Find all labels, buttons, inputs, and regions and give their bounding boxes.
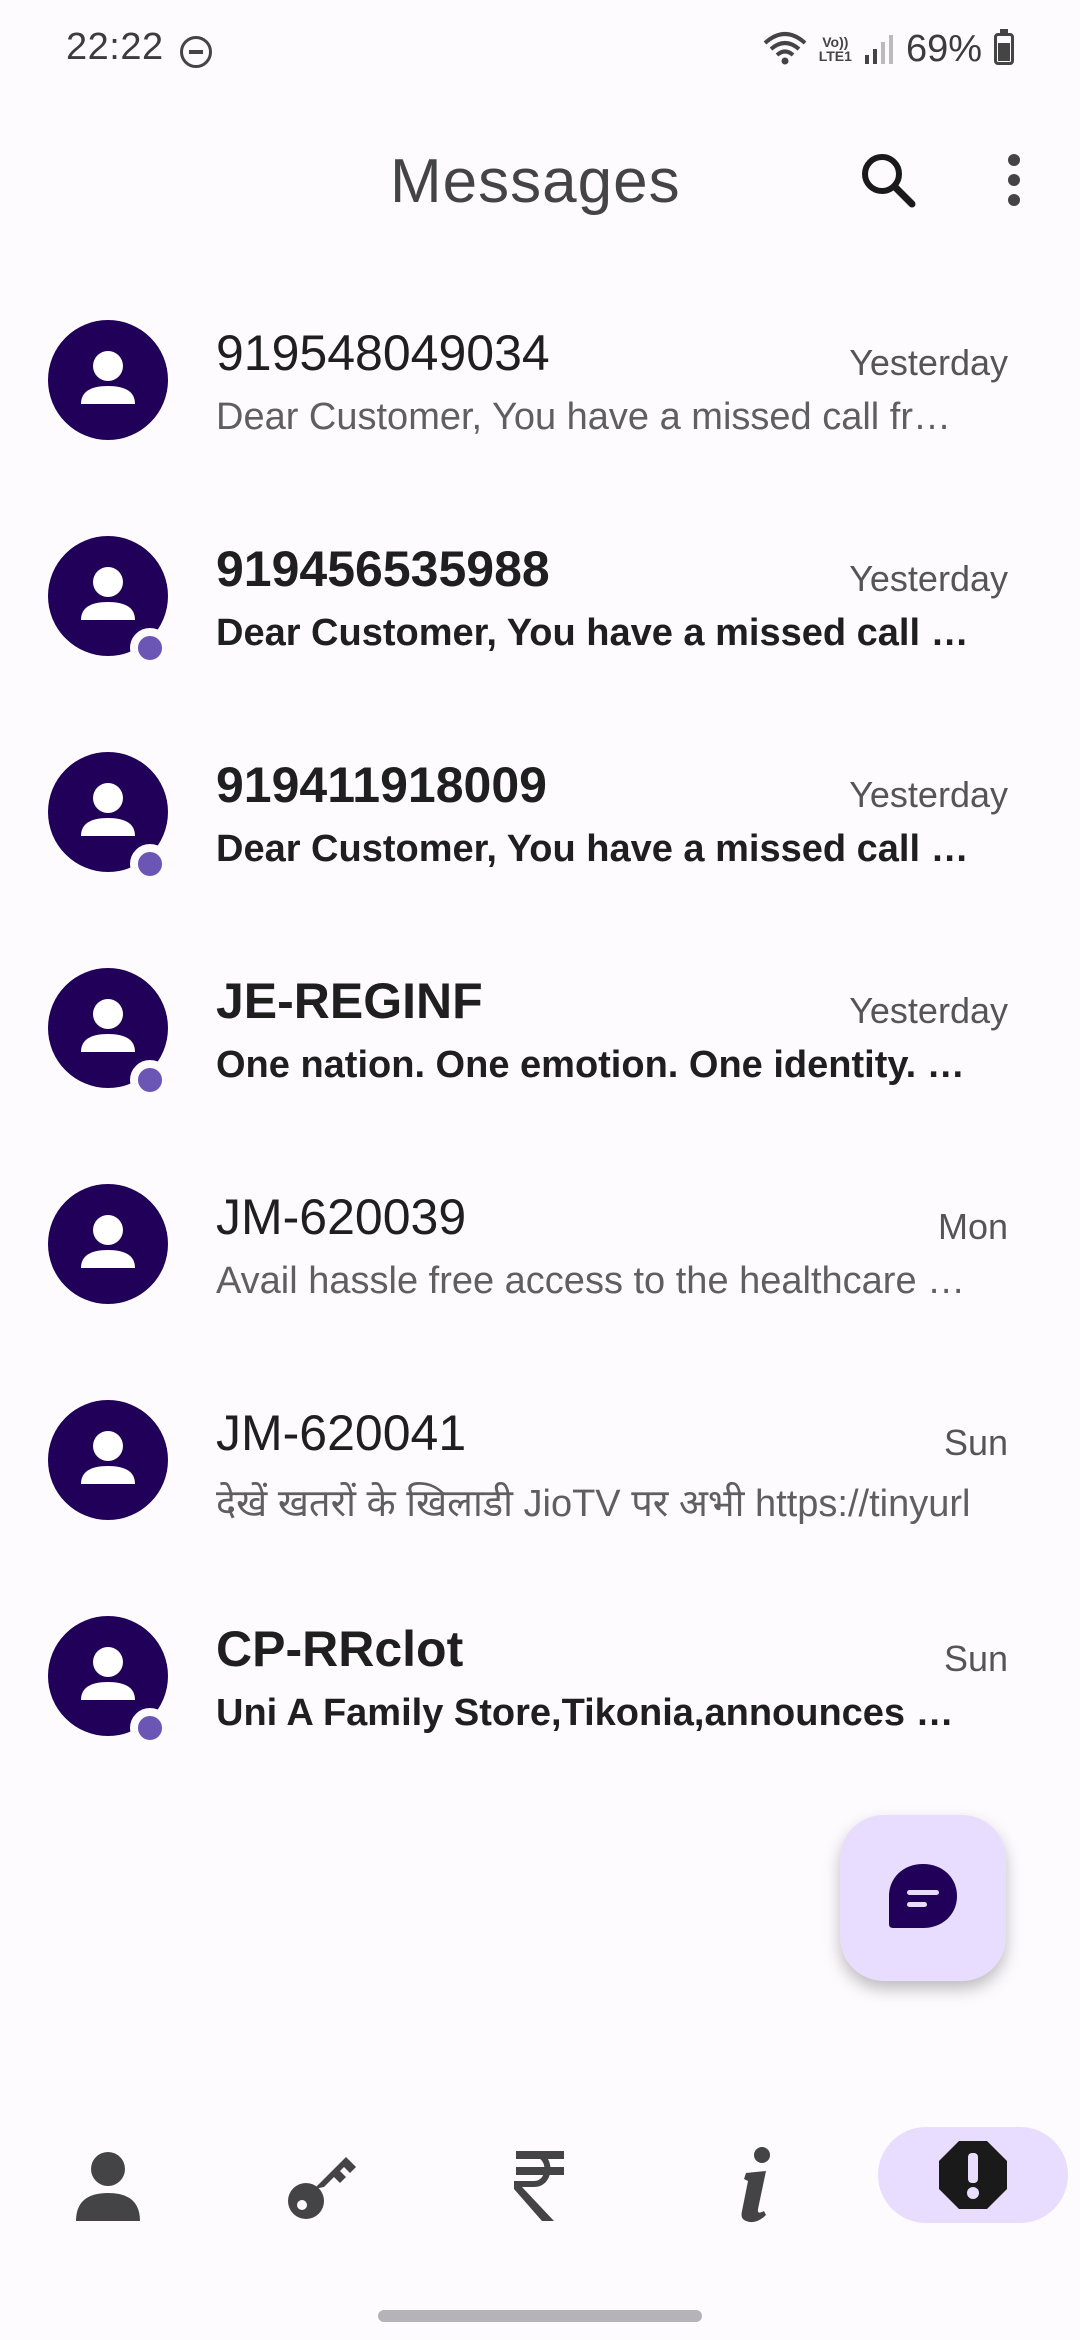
sender-name: CP-RRclot xyxy=(216,1621,464,1677)
info-icon xyxy=(741,2147,770,2223)
message-preview: Avail hassle free access to the healthca… xyxy=(216,1260,971,1302)
person-icon xyxy=(76,2152,140,2221)
message-time: Sun xyxy=(943,1638,1008,1679)
search-button[interactable] xyxy=(852,144,924,216)
volte-label-bottom: LTE1 xyxy=(818,48,852,64)
nav-info[interactable] xyxy=(681,2130,831,2240)
message-time: Yesterday xyxy=(849,342,1008,383)
message-time: Sun xyxy=(943,1422,1008,1463)
battery-percent: 69% xyxy=(905,27,982,70)
wifi-icon xyxy=(763,32,807,65)
conversation-row[interactable]: CP-RRclot Sun Uni A Family Store,Tikonia… xyxy=(0,1596,1080,1812)
battery-icon xyxy=(994,29,1014,65)
sender-name: JE-REGINF xyxy=(216,973,483,1029)
more-options-button[interactable] xyxy=(990,144,1038,216)
person-icon xyxy=(81,351,135,404)
conversation-row[interactable]: JM-620041 Sun देखें खतरों के खिलाडी JioT… xyxy=(0,1380,1080,1596)
status-time: 22:22 xyxy=(66,26,164,68)
app-header: Messages xyxy=(0,120,1080,240)
person-icon xyxy=(81,1215,135,1268)
message-preview: Dear Customer, You have a missed call fr… xyxy=(216,612,971,654)
alert-octagon-icon xyxy=(939,2141,1007,2209)
conversation-row[interactable]: JE-REGINF Yesterday One nation. One emot… xyxy=(0,948,1080,1164)
signal-icon xyxy=(864,35,893,64)
message-preview: Dear Customer, You have a missed call fr… xyxy=(216,828,971,870)
unread-indicator xyxy=(130,1060,170,1100)
message-preview: Uni A Family Store,Tikonia,announces spe… xyxy=(216,1692,971,1734)
unread-indicator xyxy=(130,628,170,668)
sender-name: JM-620041 xyxy=(216,1405,467,1461)
home-indicator[interactable] xyxy=(378,2310,702,2322)
message-time: Yesterday xyxy=(849,774,1008,815)
message-preview: देखें खतरों के खिलाडी JioTV पर अभी https… xyxy=(216,1483,971,1525)
nav-contacts[interactable] xyxy=(33,2130,183,2240)
volte-indicator: Vo)) LTE1 xyxy=(819,35,852,63)
messages-screen: 22:22 Vo)) LTE1 69% Messages 91954804903… xyxy=(0,0,1080,2340)
message-time: Mon xyxy=(937,1206,1008,1247)
person-icon xyxy=(81,1431,135,1484)
key-icon xyxy=(288,2157,356,2219)
nav-spam[interactable] xyxy=(878,2127,1068,2223)
message-time: Yesterday xyxy=(849,558,1008,599)
avatar xyxy=(48,1184,168,1304)
new-conversation-button[interactable] xyxy=(840,1815,1006,1981)
conversation-row[interactable]: 919548049034 Yesterday Dear Customer, Yo… xyxy=(0,300,1080,516)
sender-name: JM-620039 xyxy=(216,1189,467,1245)
message-preview: Dear Customer, You have a missed call fr… xyxy=(216,396,971,438)
nav-key[interactable] xyxy=(249,2130,399,2240)
conversation-row[interactable]: 919411918009 Yesterday Dear Customer, Yo… xyxy=(0,732,1080,948)
avatar xyxy=(48,320,168,440)
unread-indicator xyxy=(130,1708,170,1748)
conversation-row[interactable]: 919456535988 Yesterday Dear Customer, Yo… xyxy=(0,516,1080,732)
bottom-navigation xyxy=(0,2110,1080,2260)
sender-name: 919548049034 xyxy=(216,325,550,381)
sender-name: 919456535988 xyxy=(216,541,550,597)
do-not-disturb-icon xyxy=(180,36,212,68)
sender-name: 919411918009 xyxy=(216,757,547,813)
avatar xyxy=(48,1400,168,1520)
page-title: Messages xyxy=(390,147,681,216)
volte-label-top: Vo)) xyxy=(822,34,849,50)
rupee-icon xyxy=(514,2151,564,2221)
status-right-group: Vo)) LTE1 69% xyxy=(763,24,1014,74)
more-vert-icon xyxy=(1008,154,1020,206)
unread-indicator xyxy=(130,844,170,884)
search-icon xyxy=(862,154,916,208)
conversation-row[interactable]: JM-620039 Mon Avail hassle free access t… xyxy=(0,1164,1080,1380)
status-bar: 22:22 Vo)) LTE1 69% xyxy=(0,0,1080,100)
message-preview: One nation. One emotion. One identity. R… xyxy=(216,1044,971,1086)
message-time: Yesterday xyxy=(849,990,1008,1031)
new-chat-icon xyxy=(889,1864,957,1928)
nav-payments[interactable] xyxy=(465,2130,615,2240)
